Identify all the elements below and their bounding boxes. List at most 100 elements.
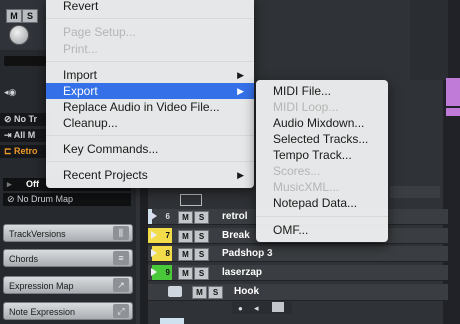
export-item-musicxml[interactable]: MusicXML... — [256, 179, 388, 195]
menu-item-export-label: Export — [63, 84, 98, 98]
track-solo-button[interactable]: S — [194, 230, 209, 243]
menu-item-key-commands-label: Key Commands... — [63, 142, 159, 156]
note-expression-icon: ⤢ — [113, 304, 129, 318]
menu-item-export[interactable]: Export ▶ — [46, 83, 254, 99]
track-mute-button[interactable]: M — [178, 248, 193, 261]
export-item-omf-label: OMF... — [273, 223, 309, 237]
menu-item-import[interactable]: Import ▶ — [46, 67, 254, 83]
menu-item-print-label: Print... — [63, 42, 98, 56]
submenu-arrow-icon: ▶ — [237, 170, 244, 180]
export-item-tempo-track[interactable]: Tempo Track... — [256, 147, 388, 163]
midi-event-purple-2[interactable] — [446, 108, 460, 116]
chords-section-button[interactable]: Chords ≡ — [3, 249, 133, 267]
export-item-audio-mixdown-label: Audio Mixdown... — [273, 116, 365, 130]
menu-separator — [46, 61, 254, 62]
track-solo-button[interactable]: S — [194, 211, 209, 224]
track-row-filler — [390, 186, 440, 198]
volume-knob[interactable] — [9, 25, 29, 45]
folder-track-row[interactable]: M S Hook — [148, 284, 448, 301]
inspector-row-output[interactable]: ⇥ All M — [0, 129, 52, 142]
track-name[interactable]: retrol — [222, 209, 248, 224]
export-item-tempo-track-label: Tempo Track... — [273, 148, 352, 162]
drum-map-field[interactable]: ⊘ No Drum Map — [3, 193, 131, 206]
menu-item-revert[interactable]: Revert — [46, 0, 254, 14]
track-solo-button[interactable]: S — [194, 248, 209, 261]
submenu-arrow-icon: ▶ — [237, 70, 244, 80]
file-menu: Revert Page Setup... Print... Import ▶ Ex… — [46, 0, 254, 188]
track-color-strip-bottom — [160, 318, 184, 324]
inspector-row-instrument[interactable]: ⊏ Retro — [0, 145, 52, 158]
track-mute-button[interactable]: M — [178, 211, 193, 224]
track-row[interactable]: 9 M S laserzap — [148, 265, 448, 281]
export-item-musicxml-label: MusicXML... — [273, 180, 340, 194]
export-item-midi-loop-label: MIDI Loop... — [273, 100, 339, 114]
play-icon — [151, 231, 157, 239]
play-icon — [151, 268, 157, 276]
folder-solo-button[interactable]: S — [208, 286, 223, 299]
edit-button[interactable] — [272, 302, 284, 312]
warning-icon: ⊘ — [4, 114, 15, 124]
export-submenu: MIDI File... MIDI Loop... Audio Mixdown.… — [256, 80, 388, 242]
export-item-selected-tracks[interactable]: Selected Tracks... — [256, 131, 388, 147]
export-item-notepad-data[interactable]: Notepad Data... — [256, 195, 388, 211]
track-row[interactable]: 8 M S Padshop 3 — [148, 246, 448, 262]
menu-item-cleanup[interactable]: Cleanup... — [46, 115, 254, 131]
program-off-label: Off — [26, 179, 40, 189]
export-item-midi-file[interactable]: MIDI File... — [256, 83, 388, 99]
track-mute-button[interactable]: M — [178, 230, 193, 243]
track-automation-icon — [180, 194, 202, 206]
expression-map-label: Expression Map — [9, 281, 74, 291]
folder-mute-button[interactable]: M — [192, 286, 207, 299]
chords-label: Chords — [9, 254, 39, 264]
menu-item-page-setup-label: Page Setup... — [63, 25, 136, 39]
inspector-row-output-label: All M — [13, 130, 36, 140]
inspector-solo-button[interactable]: S — [22, 9, 38, 23]
menu-item-recent-projects-label: Recent Projects — [63, 168, 148, 182]
menu-item-import-label: Import — [63, 68, 98, 82]
menu-item-key-commands[interactable]: Key Commands... — [46, 141, 254, 157]
menu-item-replace-audio-label: Replace Audio in Video File... — [63, 100, 220, 114]
menu-item-recent-projects[interactable]: Recent Projects ▶ — [46, 167, 254, 183]
expression-map-section-button[interactable]: Expression Map ↗ — [3, 276, 133, 294]
menu-separator — [46, 135, 254, 136]
track-mute-button[interactable]: M — [178, 267, 193, 280]
track-name[interactable]: Break — [222, 228, 250, 243]
export-item-midi-loop[interactable]: MIDI Loop... — [256, 99, 388, 115]
inspector-row-input-label: No Tr — [14, 114, 38, 124]
record-icon[interactable]: ● — [238, 304, 243, 313]
export-item-scores[interactable]: Scores... — [256, 163, 388, 179]
chords-icon: ≡ — [113, 251, 129, 265]
export-item-midi-file-label: MIDI File... — [273, 84, 332, 98]
play-icon — [151, 212, 157, 220]
trackversions-label: TrackVersions — [9, 229, 66, 239]
inspector-mute-button[interactable]: M — [6, 9, 22, 23]
export-item-audio-mixdown[interactable]: Audio Mixdown... — [256, 115, 388, 131]
expression-map-icon: ↗ — [113, 278, 129, 292]
menu-item-revert-label: Revert — [63, 0, 99, 13]
note-expression-section-button[interactable]: Note Expression ⤢ — [3, 302, 133, 320]
export-item-notepad-data-label: Notepad Data... — [273, 196, 358, 210]
midi-event-purple[interactable] — [446, 78, 460, 106]
output-icon: ⇥ — [4, 130, 14, 140]
folder-controls-row: ● ◂ — [232, 302, 292, 314]
menu-separator — [46, 161, 254, 162]
folder-track-name[interactable]: Hook — [234, 284, 259, 299]
inspector-row-input[interactable]: ⊘ No Tr — [0, 113, 52, 126]
menu-item-print[interactable]: Print... — [46, 41, 254, 57]
menu-item-cleanup-label: Cleanup... — [63, 116, 118, 130]
menu-item-replace-audio[interactable]: Replace Audio in Video File... — [46, 99, 254, 115]
track-solo-button[interactable]: S — [194, 267, 209, 280]
export-item-omf[interactable]: OMF... — [256, 222, 388, 238]
track-name[interactable]: laserzap — [222, 265, 262, 280]
menu-item-page-setup[interactable]: Page Setup... — [46, 24, 254, 40]
menu-separator — [46, 18, 254, 19]
inspector-row-instrument-label: Retro — [14, 146, 38, 156]
menu-separator — [256, 216, 388, 217]
track-name[interactable]: Padshop 3 — [222, 246, 273, 261]
play-icon — [151, 249, 157, 257]
monitor-icon[interactable]: ◂ — [254, 303, 259, 314]
drum-map-label: No Drum Map — [17, 194, 74, 204]
trackversions-section-button[interactable]: TrackVersions ⫼ — [3, 224, 133, 242]
submenu-arrow-icon: ▶ — [237, 86, 244, 96]
note-expression-label: Note Expression — [9, 307, 76, 317]
